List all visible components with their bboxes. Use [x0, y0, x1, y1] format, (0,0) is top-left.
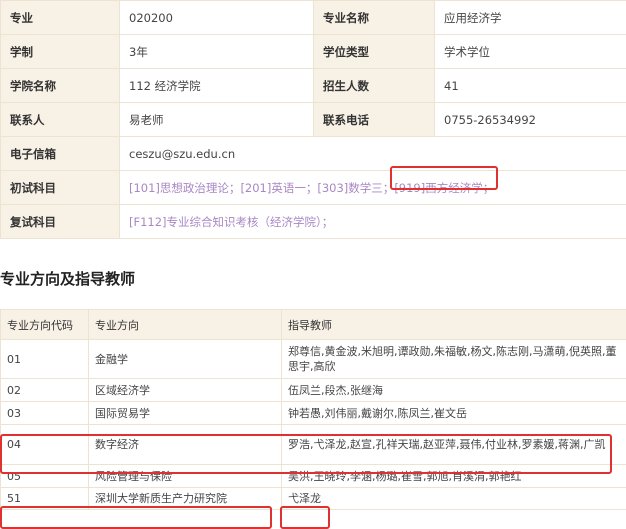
directions-table: 专业方向代码 专业方向 指导教师 01 金融学 郑尊信,黄金波,米旭明,谭政勋,… [0, 309, 626, 510]
info-row-retest: 复试科目 [F112]专业综合知识考核（经济学院）； [0, 204, 626, 239]
info-value: 3年 [119, 34, 314, 69]
direction-name: 区域经济学 [88, 378, 282, 402]
info-label: 招生人数 [313, 68, 435, 103]
direction-name: 国际贸易学 [88, 401, 282, 425]
subject-link[interactable]: [201]英语一； [240, 181, 317, 195]
table-row: 02 区域经济学 伍凤兰,段杰,张继海 [0, 378, 626, 402]
highlight-box-row-51-advisor [280, 506, 330, 529]
subject-link[interactable]: [303]数学三； [317, 181, 394, 195]
table-row: 01 金融学 郑尊信,黄金波,米旭明,谭政勋,朱福敏,杨文,陈志刚,马潇萌,倪英… [0, 339, 626, 379]
highlight-box-919 [390, 166, 498, 190]
info-row: 联系人 易老师 联系电话 0755-26534992 [0, 102, 626, 137]
info-label: 学位类型 [313, 34, 435, 69]
info-label: 专业 [0, 0, 120, 35]
info-row: 学制 3年 学位类型 学术学位 [0, 34, 626, 69]
section-title: 专业方向及指导教师 [0, 270, 136, 288]
info-value: 41 [434, 68, 626, 103]
direction-code: 02 [0, 378, 89, 402]
info-label: 联系电话 [313, 102, 435, 137]
info-value: 0755-26534992 [434, 102, 626, 137]
direction-teachers: 钟若愚,刘伟丽,戴谢尔,陈凤兰,崔文岳 [281, 401, 626, 425]
info-row: 专业 020200 专业名称 应用经济学 [0, 0, 626, 35]
direction-name: 金融学 [88, 339, 282, 379]
info-label: 学院名称 [0, 68, 120, 103]
info-value: 112 经济学院 [119, 68, 314, 103]
col-header-code: 专业方向代码 [0, 309, 89, 340]
direction-code: 01 [0, 339, 89, 379]
highlight-box-row-51 [0, 506, 272, 529]
retest-subjects: [F112]专业综合知识考核（经济学院）； [119, 204, 626, 239]
direction-teachers: 郑尊信,黄金波,米旭明,谭政勋,朱福敏,杨文,陈志刚,马潇萌,倪英照,董思宇,高… [281, 339, 626, 379]
subject-link[interactable]: [F112]专业综合知识考核（经济学院）； [129, 215, 333, 229]
directions-header-row: 专业方向代码 专业方向 指导教师 [0, 309, 626, 340]
email-label: 电子信箱 [0, 136, 120, 171]
info-value: 学术学位 [434, 34, 626, 69]
prelim-label: 初试科目 [0, 170, 120, 205]
info-label: 专业名称 [313, 0, 435, 35]
direction-code: 03 [0, 401, 89, 425]
info-row-prelim: 初试科目 [101]思想政治理论；[201]英语一；[303]数学三；[919]… [0, 170, 626, 205]
info-value: 020200 [119, 0, 314, 35]
highlight-box-row-04 [0, 434, 612, 474]
info-row-email: 电子信箱 ceszu@szu.edu.cn [0, 136, 626, 171]
prelim-subjects: [101]思想政治理论；[201]英语一；[303]数学三；[919]西方经济学… [119, 170, 626, 205]
table-row: 03 国际贸易学 钟若愚,刘伟丽,戴谢尔,陈凤兰,崔文岳 [0, 401, 626, 425]
info-value: 易老师 [119, 102, 314, 137]
info-label: 联系人 [0, 102, 120, 137]
info-row: 学院名称 112 经济学院 招生人数 41 [0, 68, 626, 103]
direction-teachers: 弋泽龙 [281, 487, 626, 510]
email-value: ceszu@szu.edu.cn [119, 136, 626, 171]
info-label: 学制 [0, 34, 120, 69]
retest-label: 复试科目 [0, 204, 120, 239]
direction-teachers: 伍凤兰,段杰,张继海 [281, 378, 626, 402]
subject-link[interactable]: [101]思想政治理论； [129, 181, 240, 195]
col-header-direction: 专业方向 [88, 309, 282, 340]
col-header-advisors: 指导教师 [281, 309, 626, 340]
program-info-table: 专业 020200 专业名称 应用经济学 学制 3年 学位类型 学术学位 学院名… [0, 0, 626, 239]
info-value: 应用经济学 [434, 0, 626, 35]
